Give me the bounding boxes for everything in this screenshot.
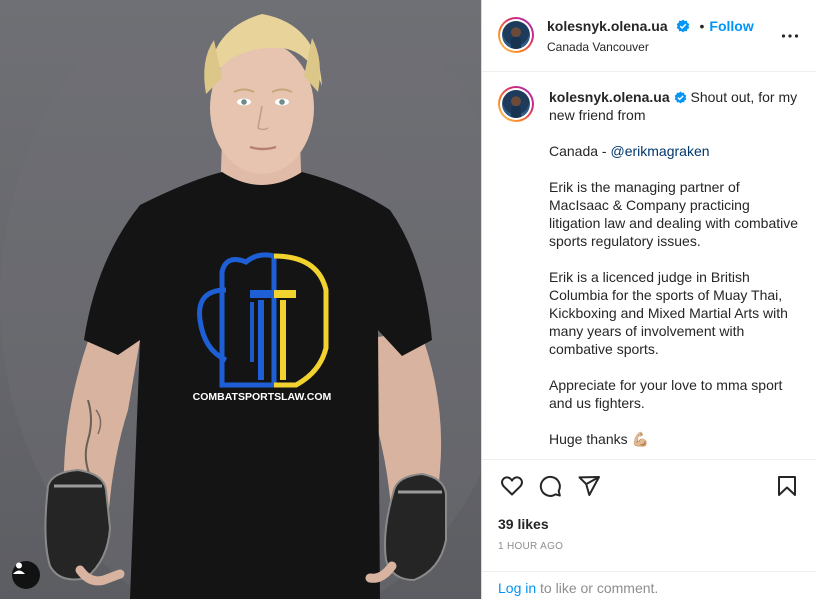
caption-paragraph-4: Appreciate for your love to mma sport an…: [549, 377, 787, 411]
comment-button[interactable]: [536, 472, 564, 500]
login-link[interactable]: Log in: [498, 580, 536, 596]
caption-mention-link[interactable]: @erikmagraken: [610, 143, 709, 159]
post-details-panel: kolesnyk.olena.ua • Follow Canada Vancouv…: [481, 0, 818, 599]
save-button[interactable]: [773, 472, 801, 500]
comment-icon: [539, 475, 561, 497]
post-image[interactable]: COMBATSPORTSLAW.COM: [0, 0, 481, 599]
header-separator-dot: •: [699, 18, 705, 34]
author-username[interactable]: kolesnyk.olena.ua: [547, 18, 668, 34]
follow-button[interactable]: Follow: [709, 18, 753, 34]
shirt-logo-text: COMBATSPORTSLAW.COM: [193, 391, 332, 403]
more-options-button[interactable]: [781, 27, 799, 50]
caption-paragraph-3: Erik is a licenced judge in British Colu…: [549, 269, 792, 357]
caption-text: kolesnyk.olena.ua Shout out, for my new …: [549, 88, 799, 448]
action-icons-row: [498, 472, 801, 500]
flexed-biceps-emoji: 💪🏼: [631, 431, 649, 447]
page-edge: [816, 0, 821, 599]
login-prompt-text: to like or comment.: [536, 580, 659, 596]
likes-count[interactable]: 39 likes: [498, 516, 549, 532]
heart-icon: [501, 476, 523, 496]
caption-line2-prefix: Canada -: [549, 143, 611, 159]
post-header: kolesnyk.olena.ua • Follow Canada Vancouv…: [482, 0, 817, 72]
share-icon: [578, 476, 600, 496]
post-caption: kolesnyk.olena.ua Shout out, for my new …: [498, 86, 803, 458]
post-photo-illustration: COMBATSPORTSLAW.COM: [0, 0, 481, 599]
bookmark-icon: [778, 476, 796, 496]
author-avatar[interactable]: [498, 17, 534, 53]
user-tag-icon: [13, 562, 25, 574]
post-actions-section: 39 likes 1 HOUR AGO Log in to like or co…: [482, 459, 817, 600]
comment-login-prompt: Log in to like or comment.: [482, 571, 817, 601]
share-button[interactable]: [575, 472, 603, 500]
post-location[interactable]: Canada Vancouver: [547, 40, 649, 54]
verified-badge-icon: [676, 19, 690, 33]
instagram-post-modal: COMBATSPORTSLAW.COM kolesnyk.olena.ua • F…: [0, 0, 821, 599]
caption-author-avatar[interactable]: [498, 86, 534, 122]
post-timestamp[interactable]: 1 HOUR AGO: [498, 541, 563, 552]
caption-paragraph-5: Huge thanks: [549, 431, 628, 447]
caption-paragraph-2: Erik is the managing partner of MacIsaac…: [549, 179, 802, 249]
caption-username[interactable]: kolesnyk.olena.ua: [549, 89, 670, 105]
like-button[interactable]: [498, 472, 526, 500]
user-tags-button[interactable]: [12, 561, 40, 589]
more-options-icon: [781, 34, 799, 38]
caption-verified-badge-icon: [674, 91, 686, 104]
